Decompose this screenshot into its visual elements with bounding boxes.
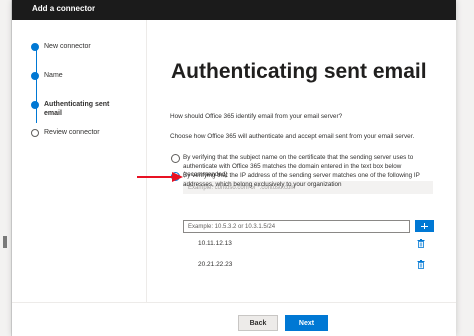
ip-address-input[interactable]: Example: 10.5.3.2 or 10.3.1.5/24 [183, 220, 410, 233]
background-window-edge [0, 0, 12, 336]
step-complete-icon [31, 72, 39, 80]
ip-option-line: By verifying that the IP address of the … [183, 172, 420, 179]
step-pending-icon [31, 129, 39, 137]
step-name[interactable]: Name [31, 71, 122, 80]
step-new-connector[interactable]: New connector [31, 42, 122, 51]
ip-option-label: By verifying that the IP address of the … [183, 172, 448, 189]
ip-list-item: 10.11.12.13 [198, 240, 232, 247]
radio-certificate-option[interactable] [171, 154, 180, 163]
background-window-edge-right [456, 0, 474, 336]
instruction-text: Choose how Office 365 will authenticate … [170, 133, 415, 140]
step-label: Authenticating sent email [44, 101, 110, 117]
step-current-icon [31, 101, 39, 109]
back-button[interactable]: Back [238, 315, 278, 331]
certificate-option-line: authenticate with Office 365 matches the… [183, 162, 402, 170]
add-connector-dialog: Add a connector New connector Name Authe… [12, 0, 456, 336]
step-label: Review connector [44, 129, 100, 136]
step-label: New connector [44, 43, 91, 50]
ip-list-item: 20.21.22.23 [198, 261, 233, 268]
add-ip-button[interactable] [415, 220, 434, 232]
certificate-option-line: By verifying that the subject name on th… [183, 154, 414, 161]
trash-icon[interactable] [417, 260, 425, 269]
wizard-steps: New connector Name Authenticating sent e… [12, 20, 147, 302]
ip-option-line: addresses, which belong exclusively to y… [183, 180, 342, 188]
dialog-titlebar: Add a connector [12, 0, 456, 20]
dialog-title: Add a connector [32, 4, 96, 13]
step-review-connector[interactable]: Review connector [31, 128, 122, 137]
question-text: How should Office 365 identify email fro… [170, 113, 343, 120]
background-marker [3, 236, 7, 248]
step-authenticating-sent-email[interactable]: Authenticating sent email [31, 100, 122, 118]
next-button[interactable]: Next [285, 315, 328, 331]
annotation-arrow-icon [137, 172, 183, 182]
dialog-footer: Back Next [12, 302, 456, 336]
step-label: Name [44, 72, 63, 79]
step-complete-icon [31, 43, 39, 51]
page-title: Authenticating sent email [171, 60, 427, 83]
trash-icon[interactable] [417, 239, 425, 248]
